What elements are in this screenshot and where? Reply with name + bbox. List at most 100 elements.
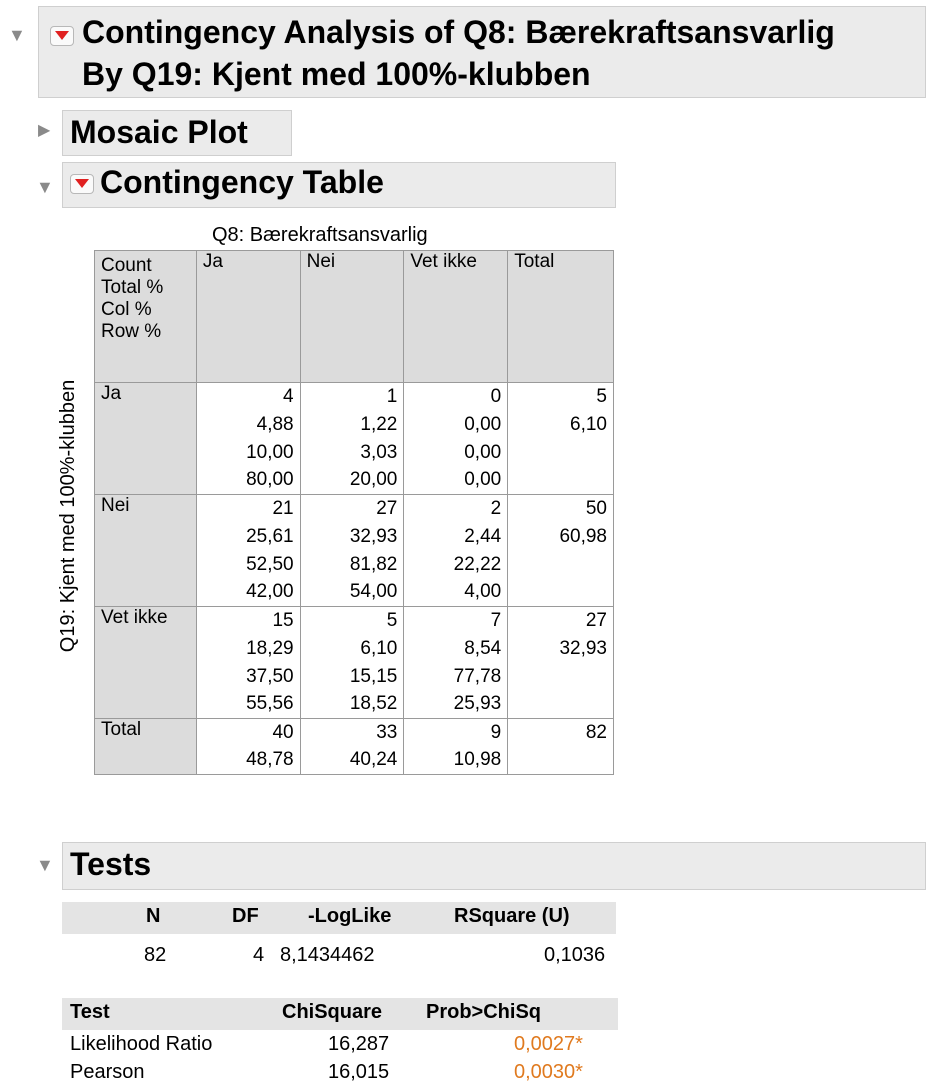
test-chisquare: 16,287 <box>328 1033 390 1055</box>
analysis-subtitle: By Q19: Kjent med 100%-klubben <box>82 56 591 92</box>
red-triangle-menu-icon[interactable] <box>50 26 74 46</box>
analysis-title: Contingency Analysis of Q8: Bærekraftsan… <box>82 14 835 50</box>
row-pct-cell: 54,00 <box>299 578 405 607</box>
row-pct-cell: 25,93 <box>403 690 509 719</box>
total-pct-cell: 10,98 <box>403 746 509 775</box>
col-pct-cell: 3,03 <box>299 438 405 467</box>
row-pct-cell: 4,00 <box>403 578 509 607</box>
count-cell: 27 <box>299 494 405 523</box>
contingency-table-title: Contingency Table <box>100 164 384 200</box>
row-pct-cell: 42,00 <box>195 578 301 607</box>
row-pct-cell: 20,00 <box>299 466 405 495</box>
total-count-cell: 33 <box>299 718 405 747</box>
summary-header-loglike: -LogLike <box>308 905 392 927</box>
total-pct-cell: 6,10 <box>507 410 614 439</box>
grand-total-cell: 82 <box>507 718 614 747</box>
row-header-total: Total <box>94 718 197 775</box>
total-pct-cell: 32,93 <box>507 634 614 663</box>
total-pct-cell: 6,10 <box>299 634 405 663</box>
total-pct-cell: 4,88 <box>195 410 301 439</box>
total-count-cell: 40 <box>195 718 301 747</box>
total-count-cell: 9 <box>403 718 509 747</box>
row-header: Ja <box>94 382 197 495</box>
empty-cell <box>507 438 614 467</box>
mosaic-plot-title: Mosaic Plot <box>70 114 248 150</box>
test-name: Likelihood Ratio <box>70 1033 213 1055</box>
col-pct-cell: 15,15 <box>299 662 405 691</box>
row-pct-cell: 55,56 <box>195 690 301 719</box>
legend-count: Count <box>101 255 152 276</box>
total-pct-cell: 25,61 <box>195 522 301 551</box>
summary-value-loglike: 8,1434462 <box>280 944 375 966</box>
count-cell: 7 <box>403 606 509 635</box>
total-pct-cell: 0,00 <box>403 410 509 439</box>
col-pct-cell: 52,50 <box>195 550 301 579</box>
legend-cell: Count Total % Col % Row % <box>94 250 197 383</box>
count-cell: 50 <box>507 494 614 523</box>
col-pct-cell: 37,50 <box>195 662 301 691</box>
col-pct-cell: 81,82 <box>299 550 405 579</box>
empty-cell <box>507 578 614 607</box>
test-prob: 0,0030* <box>514 1061 583 1083</box>
total-pct-cell: 8,54 <box>403 634 509 663</box>
col-pct-cell: 77,78 <box>403 662 509 691</box>
summary-value-rsquare: 0,1036 <box>544 944 606 966</box>
row-variable-label: Q19: Kjent med 100%-klubben <box>57 379 79 653</box>
empty-cell <box>507 746 614 775</box>
test-prob: 0,0027* <box>514 1033 583 1055</box>
count-cell: 5 <box>507 382 614 411</box>
empty-cell <box>507 550 614 579</box>
total-pct-cell: 1,22 <box>299 410 405 439</box>
row-header: Vet ikke <box>94 606 197 719</box>
summary-header-n: N <box>146 905 161 927</box>
column-header: Total <box>507 250 614 383</box>
legend-row-pct: Row % <box>101 321 162 342</box>
test-name: Pearson <box>70 1061 145 1083</box>
collapse-triangle-icon[interactable]: ▼ <box>36 856 54 874</box>
collapse-triangle-icon[interactable]: ▼ <box>8 26 26 44</box>
count-cell: 21 <box>195 494 301 523</box>
collapse-triangle-icon[interactable]: ▼ <box>36 178 54 196</box>
red-triangle-menu-icon[interactable] <box>70 174 94 194</box>
legend-col-pct: Col % <box>101 299 152 320</box>
column-header: Nei <box>299 250 405 383</box>
total-pct-cell: 18,29 <box>195 634 301 663</box>
row-pct-cell: 0,00 <box>403 466 509 495</box>
total-pct-cell: 60,98 <box>507 522 614 551</box>
count-cell: 4 <box>195 382 301 411</box>
empty-cell <box>507 690 614 719</box>
tests-title: Tests <box>70 846 152 882</box>
col-pct-cell: 0,00 <box>403 438 509 467</box>
test-chisquare: 16,015 <box>328 1061 390 1083</box>
summary-header-df: DF <box>232 905 259 927</box>
count-cell: 15 <box>195 606 301 635</box>
column-header: Vet ikke <box>403 250 509 383</box>
total-pct-cell: 2,44 <box>403 522 509 551</box>
tests-header[interactable] <box>62 842 926 890</box>
col-pct-cell: 22,22 <box>403 550 509 579</box>
row-header: Nei <box>94 494 197 607</box>
empty-cell <box>507 662 614 691</box>
total-pct-cell: 32,93 <box>299 522 405 551</box>
count-cell: 0 <box>403 382 509 411</box>
test-header-test: Test <box>70 1001 110 1023</box>
summary-value-n: 82 <box>144 944 167 966</box>
count-cell: 5 <box>299 606 405 635</box>
col-pct-cell: 10,00 <box>195 438 301 467</box>
count-cell: 27 <box>507 606 614 635</box>
column-header: Ja <box>195 250 301 383</box>
row-pct-cell: 18,52 <box>299 690 405 719</box>
row-pct-cell: 80,00 <box>195 466 301 495</box>
total-pct-cell: 40,24 <box>299 746 405 775</box>
contingency-table: Count Total % Col % Row % Ja Nei Vet ikk… <box>94 250 614 775</box>
total-pct-cell: 48,78 <box>195 746 301 775</box>
summary-header-rsquare: RSquare (U) <box>454 905 570 927</box>
test-header-chisquare: ChiSquare <box>282 1001 383 1023</box>
test-header-prob: Prob>ChiSq <box>426 1001 542 1023</box>
count-cell: 1 <box>299 382 405 411</box>
legend-total-pct: Total % <box>101 277 164 298</box>
count-cell: 2 <box>403 494 509 523</box>
summary-value-df: 4 <box>253 944 265 966</box>
empty-cell <box>507 466 614 495</box>
expand-triangle-icon[interactable]: ▶ <box>38 122 50 140</box>
